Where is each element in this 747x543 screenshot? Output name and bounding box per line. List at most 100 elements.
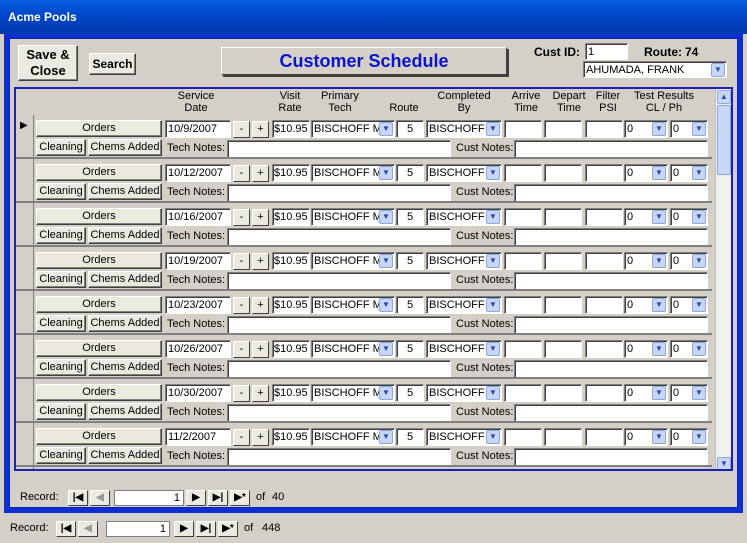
cleaning-button[interactable]: Cleaning <box>36 359 86 376</box>
cl-select[interactable]: 0 ▼ <box>624 164 668 182</box>
vertical-scrollbar[interactable]: ▲ ▼ <box>715 89 731 469</box>
save-close-button[interactable]: Save & Close <box>18 45 78 81</box>
filter-psi-field[interactable] <box>585 164 623 182</box>
route-field[interactable]: 5 <box>396 164 424 182</box>
cust-notes-field[interactable] <box>514 272 708 290</box>
date-minus-button[interactable]: - <box>233 385 250 402</box>
arrive-time-field[interactable] <box>504 296 542 314</box>
cust-notes-field[interactable] <box>514 184 708 202</box>
chevron-down-icon[interactable]: ▼ <box>652 298 666 312</box>
main-record-current[interactable]: 1 <box>106 521 170 537</box>
depart-time-field[interactable] <box>544 296 582 314</box>
ph-select[interactable]: 0 ▼ <box>670 208 708 226</box>
cleaning-button[interactable]: Cleaning <box>36 447 86 464</box>
chevron-down-icon[interactable]: ▼ <box>486 210 500 224</box>
service-date-field[interactable]: 10/19/2007 <box>165 252 231 270</box>
ph-select[interactable]: 0 ▼ <box>670 340 708 358</box>
tech-notes-field[interactable] <box>227 140 451 158</box>
arrive-time-field[interactable] <box>504 252 542 270</box>
cl-select[interactable]: 0 ▼ <box>624 296 668 314</box>
next-record-icon[interactable]: ▶ <box>186 490 206 506</box>
depart-time-field[interactable] <box>544 340 582 358</box>
route-field[interactable]: 5 <box>396 252 424 270</box>
chems-added-button[interactable]: Chems Added <box>88 139 162 156</box>
chevron-down-icon[interactable]: ▼ <box>486 386 500 400</box>
filter-psi-field[interactable] <box>585 384 623 402</box>
cleaning-button[interactable]: Cleaning <box>36 315 86 332</box>
date-minus-button[interactable]: - <box>233 341 250 358</box>
completed-by-select[interactable]: BISCHOFF ▼ <box>426 208 502 226</box>
date-plus-button[interactable]: + <box>252 165 269 182</box>
date-plus-button[interactable]: + <box>252 341 269 358</box>
filter-psi-field[interactable] <box>585 120 623 138</box>
ph-select[interactable]: 0 ▼ <box>670 120 708 138</box>
chevron-down-icon[interactable]: ▼ <box>486 122 500 136</box>
route-field[interactable]: 5 <box>396 296 424 314</box>
prev-record-icon[interactable]: ◀ <box>90 490 110 506</box>
orders-button[interactable]: Orders <box>36 120 162 137</box>
date-minus-button[interactable]: - <box>233 165 250 182</box>
prev-record-icon[interactable]: ◀ <box>78 521 98 537</box>
completed-by-select[interactable]: BISCHOFF ▼ <box>426 164 502 182</box>
ph-select[interactable]: 0 ▼ <box>670 384 708 402</box>
chevron-down-icon[interactable]: ▼ <box>652 386 666 400</box>
primary-tech-select[interactable]: BISCHOFF M ▼ <box>311 384 395 402</box>
route-field[interactable]: 5 <box>396 208 424 226</box>
chevron-down-icon[interactable]: ▼ <box>379 386 393 400</box>
chevron-down-icon[interactable]: ▼ <box>692 342 706 356</box>
chevron-down-icon[interactable]: ▼ <box>692 430 706 444</box>
tech-notes-field[interactable] <box>227 316 451 334</box>
route-field[interactable]: 5 <box>396 340 424 358</box>
new-record-icon[interactable]: ▶* <box>218 521 238 537</box>
date-plus-button[interactable]: + <box>252 385 269 402</box>
date-minus-button[interactable]: - <box>233 297 250 314</box>
chevron-down-icon[interactable]: ▼ <box>486 254 500 268</box>
completed-by-select[interactable]: BISCHOFF ▼ <box>426 384 502 402</box>
chevron-down-icon[interactable]: ▼ <box>692 298 706 312</box>
date-minus-button[interactable]: - <box>233 209 250 226</box>
completed-by-select[interactable]: BISCHOFF ▼ <box>426 428 502 446</box>
cust-notes-field[interactable] <box>514 360 708 378</box>
chevron-down-icon[interactable]: ▼ <box>486 298 500 312</box>
cust-notes-field[interactable] <box>514 228 708 246</box>
chevron-down-icon[interactable]: ▼ <box>486 430 500 444</box>
date-minus-button[interactable]: - <box>233 429 250 446</box>
filter-psi-field[interactable] <box>585 340 623 358</box>
primary-tech-select[interactable]: BISCHOFF M ▼ <box>311 340 395 358</box>
chevron-down-icon[interactable]: ▼ <box>711 63 725 77</box>
orders-button[interactable]: Orders <box>36 428 162 445</box>
chems-added-button[interactable]: Chems Added <box>88 271 162 288</box>
chevron-down-icon[interactable]: ▼ <box>379 254 393 268</box>
visit-rate-field[interactable]: $10.95 <box>272 120 310 138</box>
subform-record-current[interactable]: 1 <box>114 490 184 506</box>
next-record-icon[interactable]: ▶ <box>174 521 194 537</box>
date-plus-button[interactable]: + <box>252 121 269 138</box>
chevron-down-icon[interactable]: ▼ <box>692 166 706 180</box>
depart-time-field[interactable] <box>544 208 582 226</box>
ph-select[interactable]: 0 ▼ <box>670 428 708 446</box>
ph-select[interactable]: 0 ▼ <box>670 252 708 270</box>
cust-notes-field[interactable] <box>514 140 708 158</box>
tech-notes-field[interactable] <box>227 228 451 246</box>
filter-psi-field[interactable] <box>585 428 623 446</box>
chevron-down-icon[interactable]: ▼ <box>379 430 393 444</box>
orders-button[interactable]: Orders <box>36 384 162 401</box>
primary-tech-select[interactable]: BISCHOFF M ▼ <box>311 208 395 226</box>
service-date-field[interactable]: 11/2/2007 <box>165 428 231 446</box>
cleaning-button[interactable]: Cleaning <box>36 271 86 288</box>
tech-notes-field[interactable] <box>227 272 451 290</box>
primary-tech-select[interactable]: BISCHOFF M ▼ <box>311 164 395 182</box>
chevron-down-icon[interactable]: ▼ <box>379 122 393 136</box>
chevron-down-icon[interactable]: ▼ <box>692 122 706 136</box>
first-record-icon[interactable]: |◀ <box>56 521 76 537</box>
route-field[interactable]: 5 <box>396 120 424 138</box>
chevron-down-icon[interactable]: ▼ <box>652 166 666 180</box>
completed-by-select[interactable]: BISCHOFF ▼ <box>426 296 502 314</box>
depart-time-field[interactable] <box>544 384 582 402</box>
service-date-field[interactable]: 10/16/2007 <box>165 208 231 226</box>
primary-tech-select[interactable]: BISCHOFF M ▼ <box>311 120 395 138</box>
cleaning-button[interactable]: Cleaning <box>36 139 86 156</box>
new-record-icon[interactable]: ▶* <box>230 490 250 506</box>
chevron-down-icon[interactable]: ▼ <box>692 386 706 400</box>
orders-button[interactable]: Orders <box>36 340 162 357</box>
